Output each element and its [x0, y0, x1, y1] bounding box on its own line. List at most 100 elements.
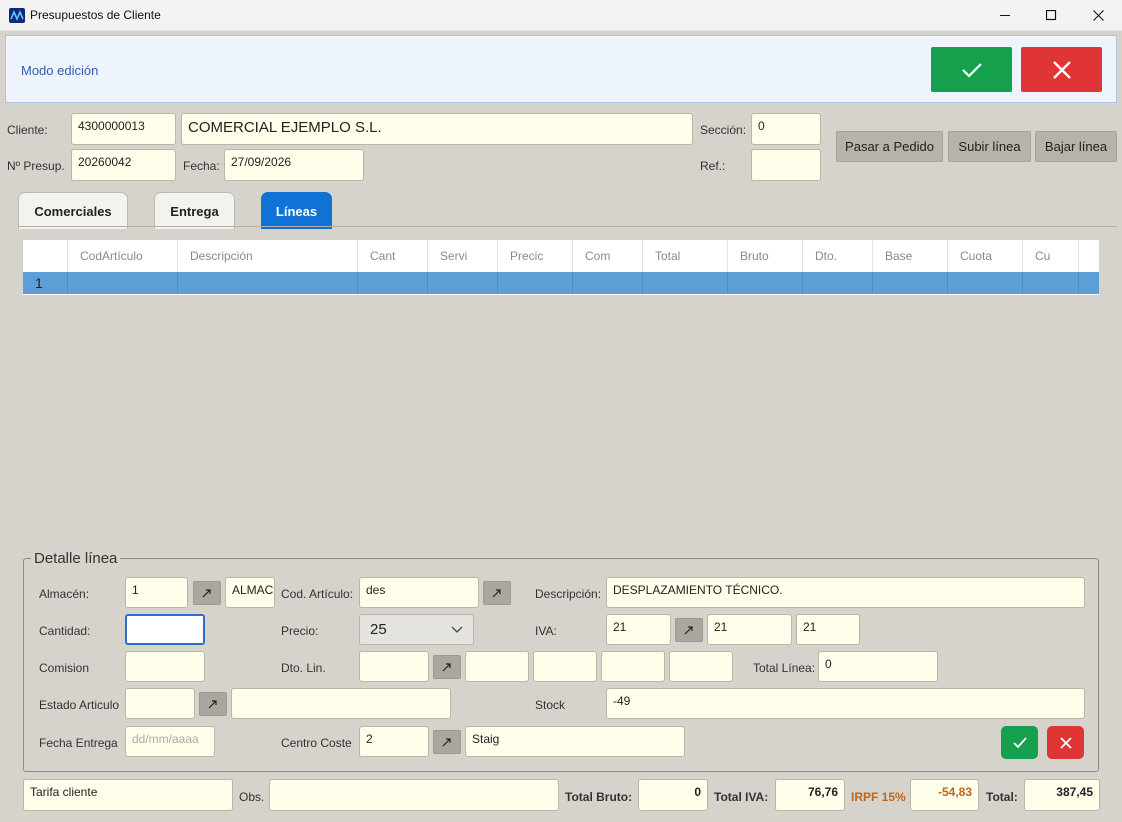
row-cell[interactable]	[358, 272, 428, 294]
cantidad-input[interactable]	[125, 614, 205, 645]
ref-input[interactable]	[751, 149, 821, 181]
grid-header-bruto[interactable]: Bruto	[728, 240, 803, 272]
dto-3-input[interactable]	[601, 651, 665, 682]
lines-grid[interactable]: CodArtículo Descripción Cant Servi Preci…	[23, 240, 1099, 295]
cod-articulo-lookup-button[interactable]	[483, 581, 511, 605]
close-window-button[interactable]	[1075, 0, 1121, 31]
ref-label: Ref.:	[700, 159, 726, 173]
dto-lin-lookup-button[interactable]	[433, 655, 461, 679]
dto-1-input[interactable]	[465, 651, 529, 682]
row-cell[interactable]	[643, 272, 728, 294]
total-value: 387,45	[1024, 779, 1100, 811]
fecha-input[interactable]: 27/09/2026	[224, 149, 364, 181]
centro-coste-code-input[interactable]: 2	[359, 726, 429, 757]
total-bruto-value: 0	[638, 779, 708, 811]
row-cell[interactable]	[498, 272, 573, 294]
accept-button[interactable]	[931, 47, 1012, 92]
fecha-entrega-input[interactable]: dd/mm/aaaa	[125, 726, 215, 757]
grid-header-rownum	[23, 240, 68, 272]
maximize-button[interactable]	[1028, 0, 1074, 31]
pasar-pedido-button[interactable]: Pasar a Pedido	[836, 131, 943, 162]
estado-code-input[interactable]	[125, 688, 195, 719]
estado-lookup-button[interactable]	[199, 692, 227, 716]
cliente-name-input[interactable]: COMERCIAL EJEMPLO S.L.	[181, 113, 693, 145]
iva-code-input[interactable]: 21	[606, 614, 671, 645]
tab-entrega[interactable]: Entrega	[154, 192, 235, 229]
precio-select[interactable]: 25	[359, 614, 474, 645]
grid-header-total[interactable]: Total	[643, 240, 728, 272]
total-bruto-label: Total Bruto:	[565, 790, 633, 804]
total-linea-label: Total Línea:	[753, 661, 816, 675]
table-row[interactable]: 1	[23, 272, 1099, 294]
maximize-icon	[1045, 10, 1056, 21]
row-cell[interactable]	[1023, 272, 1079, 294]
arrow-up-right-icon	[442, 738, 451, 747]
iva-value-input[interactable]: 21	[707, 614, 792, 645]
arrow-up-right-icon	[208, 700, 217, 709]
close-icon	[1092, 10, 1104, 21]
close-icon	[1052, 60, 1071, 79]
comision-input[interactable]	[125, 651, 205, 682]
title-bar: Presupuestos de Cliente	[0, 0, 1122, 31]
fecha-entrega-label: Fecha Entrega	[39, 736, 118, 750]
almacen-name-input[interactable]: ALMACEN	[225, 577, 275, 608]
grid-header-servi[interactable]: Servi	[428, 240, 498, 272]
centro-coste-lookup-button[interactable]	[433, 730, 461, 754]
row-cell[interactable]	[873, 272, 948, 294]
detalle-linea-title: Detalle línea	[31, 550, 121, 567]
total-label: Total:	[986, 790, 1018, 804]
tab-divider	[18, 226, 1117, 227]
seccion-input[interactable]: 0	[751, 113, 821, 145]
tarifa-input[interactable]: Tarifa cliente	[23, 779, 233, 811]
dto-4-input[interactable]	[669, 651, 733, 682]
row-cell[interactable]	[178, 272, 358, 294]
dto-lin-input[interactable]	[359, 651, 429, 682]
grid-header-com[interactable]: Com	[573, 240, 643, 272]
cliente-code-input[interactable]: 4300000013	[71, 113, 176, 145]
cod-articulo-label: Cod. Artículo:	[281, 587, 354, 601]
minimize-button[interactable]	[982, 0, 1028, 31]
grid-header-dto[interactable]: Dto.	[803, 240, 873, 272]
grid-header-cant[interactable]: Cant	[358, 240, 428, 272]
iva-rate-input[interactable]: 21	[796, 614, 860, 645]
row-cell[interactable]	[803, 272, 873, 294]
descripcion-label: Descripción:	[535, 587, 602, 601]
total-iva-value: 76,76	[775, 779, 845, 811]
line-cancel-button[interactable]	[1047, 726, 1084, 759]
tab-lineas[interactable]: Líneas	[261, 192, 332, 229]
almacen-lookup-button[interactable]	[193, 581, 221, 605]
line-accept-button[interactable]	[1001, 726, 1038, 759]
precio-label: Precio:	[281, 624, 319, 638]
grid-header-descripcion[interactable]: Descripción	[178, 240, 358, 272]
check-icon	[961, 62, 982, 78]
cliente-label: Cliente:	[7, 123, 48, 137]
grid-header-cuota[interactable]: Cuota	[948, 240, 1023, 272]
row-cell[interactable]	[948, 272, 1023, 294]
dto-2-input[interactable]	[533, 651, 597, 682]
row-cell[interactable]	[573, 272, 643, 294]
almacen-code-input[interactable]: 1	[125, 577, 188, 608]
cancel-button[interactable]	[1021, 47, 1102, 92]
row-cell[interactable]	[428, 272, 498, 294]
centro-coste-name-input[interactable]: Staig	[465, 726, 685, 757]
row-cell[interactable]	[68, 272, 178, 294]
cod-articulo-input[interactable]: des	[359, 577, 479, 608]
almacen-label: Almacén:	[39, 587, 90, 601]
grid-header-precio[interactable]: Precic	[498, 240, 573, 272]
obs-input[interactable]	[269, 779, 559, 811]
estado-name-input[interactable]	[231, 688, 451, 719]
tab-comerciales[interactable]: Comerciales	[18, 192, 128, 229]
presupuesto-input[interactable]: 20260042	[71, 149, 176, 181]
descripcion-input[interactable]: DESPLAZAMIENTO TÉCNICO.	[606, 577, 1085, 608]
iva-lookup-button[interactable]	[675, 618, 703, 642]
bajar-linea-button[interactable]: Bajar línea	[1035, 131, 1117, 162]
grid-header-codarticulo[interactable]: CodArtículo	[68, 240, 178, 272]
grid-header-cu[interactable]: Cu	[1023, 240, 1079, 272]
total-iva-label: Total IVA:	[714, 790, 769, 804]
row-cell[interactable]	[728, 272, 803, 294]
grid-header-base[interactable]: Base	[873, 240, 948, 272]
check-icon	[1012, 736, 1027, 748]
total-linea-input[interactable]: 0	[818, 651, 938, 682]
subir-linea-button[interactable]: Subir línea	[948, 131, 1031, 162]
stock-input[interactable]: -49	[606, 688, 1085, 719]
